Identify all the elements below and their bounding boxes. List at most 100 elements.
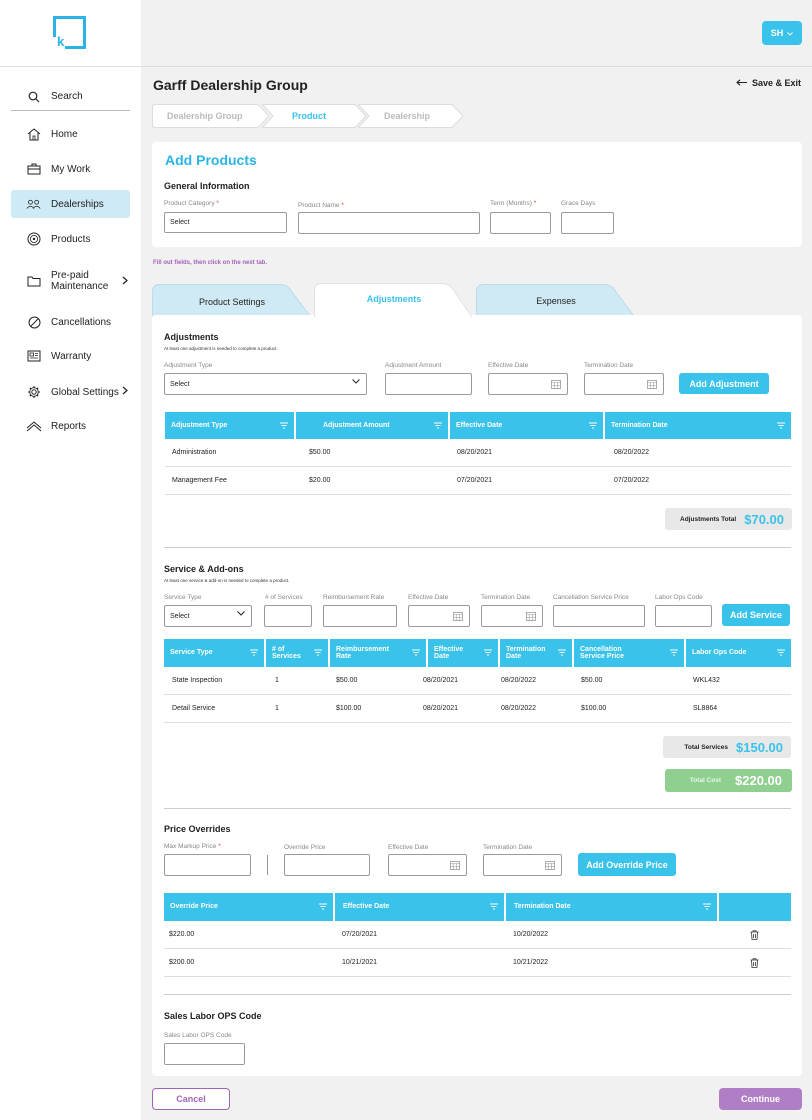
divider: [164, 994, 791, 995]
user-avatar-button[interactable]: SH: [762, 21, 802, 45]
continue-button[interactable]: Continue: [719, 1088, 802, 1110]
service-termination-date-input[interactable]: [481, 605, 543, 627]
override-price-input[interactable]: [284, 854, 370, 876]
services-table-header: Service Type # of Services Reimbursement R…: [164, 639, 791, 667]
breadcrumb-product[interactable]: Product: [262, 104, 367, 128]
sidebar-item-prepaid-maintenance[interactable]: Pre-paid Maintenance: [11, 266, 130, 296]
cancel-button[interactable]: Cancel: [152, 1088, 230, 1110]
table-row[interactable]: Management Fee $20.00 07/20/2021 07/20/2…: [165, 467, 791, 495]
table-row[interactable]: $220.00 07/20/2021 10/20/2022: [164, 921, 791, 949]
column-header[interactable]: # of Services: [266, 639, 330, 667]
folder-icon: [26, 273, 42, 289]
adjustment-effective-date-input[interactable]: [488, 373, 568, 395]
service-type-select[interactable]: Select: [164, 605, 252, 627]
grace-days-label: Grace Days: [561, 200, 596, 207]
document-icon: [26, 348, 42, 364]
column-header[interactable]: Cancellation Service Price: [574, 639, 686, 667]
sidebar-item-dealerships[interactable]: Dealerships: [11, 190, 130, 218]
sales-labor-input[interactable]: [164, 1043, 245, 1065]
reimbursement-rate-input[interactable]: [323, 605, 397, 627]
overrides-table-header: Override Price Effective Date Terminatio…: [164, 893, 791, 921]
override-effective-date-input[interactable]: [388, 854, 467, 876]
override-termination-date-input[interactable]: [483, 854, 562, 876]
product-name-input[interactable]: [298, 212, 480, 234]
service-termination-date-label: Termination Date: [481, 594, 531, 601]
adjustments-total: Adjustments Total $70.00: [665, 508, 792, 530]
services-total: Total Services $150.00: [663, 736, 791, 758]
save-exit-link[interactable]: Save & Exit: [736, 78, 801, 88]
term-months-input[interactable]: [490, 212, 551, 234]
sales-labor-label: Sales Labor OPS Code: [164, 1032, 232, 1039]
sidebar-item-products[interactable]: Products: [11, 225, 130, 253]
brand-logo[interactable]: k: [53, 16, 86, 49]
column-header[interactable]: Termination Date: [500, 639, 574, 667]
vertical-separator: [267, 855, 268, 875]
table-row[interactable]: State Inspection 1 $50.00 08/20/2021 08/…: [164, 667, 791, 695]
sidebar-item-label: Cancellations: [51, 316, 112, 328]
column-header[interactable]: Service Type: [164, 639, 266, 667]
table-row[interactable]: $200.00 10/21/2021 10/21/2022: [164, 949, 791, 977]
product-category-label: Product Category *: [164, 200, 219, 207]
calendar-icon: [647, 380, 657, 391]
tab-adjustments[interactable]: Adjustments: [314, 283, 474, 317]
adjustment-effective-date-label: Effective Date: [488, 362, 529, 369]
column-header[interactable]: Effective Date: [428, 639, 500, 667]
briefcase-icon: [26, 161, 42, 177]
filter-icon: [250, 649, 258, 658]
column-header[interactable]: Termination Date: [506, 893, 719, 921]
filter-icon: [434, 422, 442, 431]
calendar-icon: [545, 861, 555, 872]
column-header[interactable]: Labor Ops Code: [686, 639, 791, 667]
column-header[interactable]: Termination Date: [605, 412, 791, 439]
calendar-icon: [551, 380, 561, 391]
tab-expenses[interactable]: Expenses: [476, 284, 636, 316]
calendar-icon: [450, 861, 460, 872]
trash-icon[interactable]: [750, 949, 759, 976]
table-row[interactable]: Administration $50.00 08/20/2021 08/20/2…: [165, 439, 791, 467]
override-price-label: Override Price: [284, 844, 326, 851]
breadcrumb: Dealership Group Product Dealership: [152, 104, 472, 128]
adjustment-termination-date-input[interactable]: [584, 373, 664, 395]
filter-icon: [670, 649, 678, 658]
column-header[interactable]: Effective Date: [335, 893, 506, 921]
column-header[interactable]: Adjustment Type: [165, 412, 296, 439]
adjustment-type-select[interactable]: Select: [164, 373, 367, 395]
cancellation-price-input[interactable]: [553, 605, 645, 627]
sidebar-item-label: Search: [51, 91, 83, 102]
max-markup-input[interactable]: [164, 854, 251, 876]
column-header[interactable]: Effective Date: [450, 412, 605, 439]
sidebar-item-global-settings[interactable]: Global Settings: [11, 378, 130, 406]
labor-ops-code-input[interactable]: [655, 605, 712, 627]
table-row[interactable]: Detail Service 1 $100.00 08/20/2021 08/2…: [164, 695, 791, 723]
sidebar-item-warranty[interactable]: Warranty: [11, 342, 130, 370]
tab-product-settings[interactable]: Product Settings: [152, 284, 312, 316]
sidebar-item-cancellations[interactable]: Cancellations: [11, 308, 130, 336]
num-services-input[interactable]: [264, 605, 312, 627]
calendar-icon: [453, 612, 463, 623]
adjustments-note: At least one adjustment is needed to com…: [164, 346, 278, 351]
add-override-price-button[interactable]: Add Override Price: [578, 853, 676, 876]
add-adjustment-button[interactable]: Add Adjustment: [679, 373, 769, 394]
breadcrumb-dealership-group[interactable]: Dealership Group: [152, 104, 270, 128]
trash-icon[interactable]: [750, 921, 759, 948]
column-header[interactable]: Adjustment Amount: [296, 412, 450, 439]
adjustment-amount-input[interactable]: [385, 373, 472, 395]
filter-icon: [484, 649, 492, 658]
term-months-label: Term (Months) *: [490, 200, 537, 207]
sidebar-item-reports[interactable]: Reports: [11, 412, 130, 440]
sidebar-item-label: Pre-paid Maintenance: [51, 269, 109, 293]
sidebar-item-label: Dealerships: [51, 198, 104, 210]
hint-text: Fill out fields, then click on the next …: [153, 260, 268, 266]
sidebar-item-search[interactable]: Search: [11, 83, 130, 111]
sidebar: k Search Home My Work Dealerships Produc…: [0, 0, 141, 1120]
column-header[interactable]: Override Price: [164, 893, 335, 921]
sidebar-item-home[interactable]: Home: [11, 120, 130, 148]
grace-days-input[interactable]: [561, 212, 614, 234]
sidebar-item-my-work[interactable]: My Work: [11, 155, 130, 183]
add-service-button[interactable]: Add Service: [722, 604, 790, 626]
service-effective-date-input[interactable]: [408, 605, 470, 627]
breadcrumb-dealership[interactable]: Dealership: [358, 104, 464, 128]
sales-labor-heading: Sales Labor OPS Code: [164, 1011, 262, 1021]
column-header[interactable]: Reimbursement Rate: [330, 639, 428, 667]
product-category-select[interactable]: Select: [164, 212, 287, 233]
